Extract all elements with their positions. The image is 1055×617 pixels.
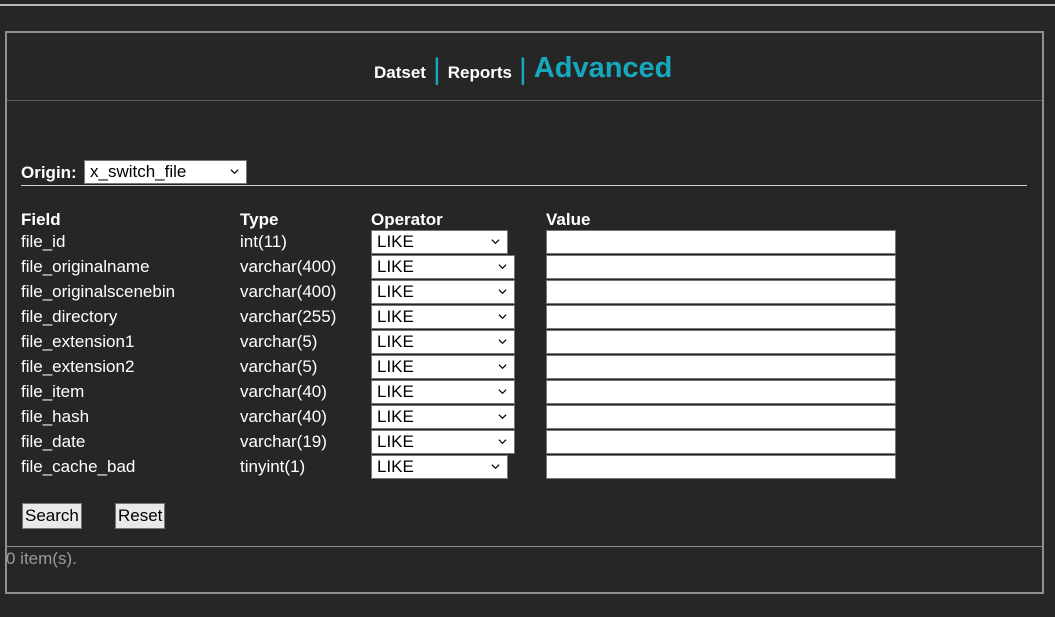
chevron-down-icon <box>498 364 507 370</box>
table-row: file_id int(11) LIKE <box>7 230 1042 255</box>
table-row: file_cache_bad tinyint(1) LIKE <box>7 455 1042 480</box>
column-header-type: Type <box>240 210 279 229</box>
operator-selected-value: LIKE <box>377 407 414 426</box>
operator-select[interactable]: LIKE <box>371 355 515 379</box>
field-name: file_directory <box>21 307 118 326</box>
column-header-operator: Operator <box>371 210 443 229</box>
value-input[interactable] <box>546 405 896 429</box>
field-type: varchar(40) <box>240 407 327 426</box>
origin-label: Origin: <box>21 163 77 182</box>
value-input[interactable] <box>546 230 896 254</box>
table-row: file_hash varchar(40) LIKE <box>7 405 1042 430</box>
field-name: file_hash <box>21 407 90 426</box>
field-name: file_date <box>21 432 86 451</box>
field-name: file_item <box>21 382 85 401</box>
origin-selected-value: x_switch_file <box>90 162 187 181</box>
operator-select[interactable]: LIKE <box>371 280 515 304</box>
nav-links: Datset | Reports | Advanced <box>374 50 673 86</box>
table-row: file_originalscenebin varchar(400) LIKE <box>7 280 1042 305</box>
field-name: file_extension2 <box>21 357 135 376</box>
operator-selected-value: LIKE <box>377 307 414 326</box>
nav-advanced-link[interactable]: Advanced <box>534 52 673 84</box>
column-header-value: Value <box>546 210 591 229</box>
value-input[interactable] <box>546 255 896 279</box>
operator-select[interactable]: LIKE <box>371 430 515 454</box>
origin-select[interactable]: x_switch_file <box>84 160 247 184</box>
result-divider <box>7 546 1042 547</box>
operator-select[interactable]: LIKE <box>371 380 515 404</box>
column-header-field: Field <box>21 210 61 229</box>
field-type: tinyint(1) <box>240 457 306 476</box>
field-name: file_originalname <box>21 257 150 276</box>
value-input[interactable] <box>546 430 896 454</box>
field-type: varchar(19) <box>240 432 327 451</box>
operator-selected-value: LIKE <box>377 382 414 401</box>
nav-separator: | <box>432 53 441 86</box>
operator-select[interactable]: LIKE <box>371 255 515 279</box>
operator-selected-value: LIKE <box>377 332 414 351</box>
field-type: varchar(255) <box>240 307 337 326</box>
operator-selected-value: LIKE <box>377 457 414 476</box>
operator-selected-value: LIKE <box>377 357 414 376</box>
operator-select[interactable]: LIKE <box>371 455 508 479</box>
value-input[interactable] <box>546 305 896 329</box>
search-button[interactable]: Search <box>22 503 82 529</box>
field-type: varchar(5) <box>240 357 318 376</box>
operator-selected-value: LIKE <box>377 257 414 276</box>
table-row: file_item varchar(40) LIKE <box>7 380 1042 405</box>
reset-button[interactable]: Reset <box>115 503 166 529</box>
table-row: file_date varchar(19) LIKE <box>7 430 1042 455</box>
field-type: varchar(5) <box>240 332 318 351</box>
nav-datset-link[interactable]: Datset <box>374 63 426 84</box>
field-type: varchar(40) <box>240 382 327 401</box>
table-row: file_directory varchar(255) LIKE <box>7 305 1042 330</box>
operator-select[interactable]: LIKE <box>371 230 508 254</box>
operator-select[interactable]: LIKE <box>371 405 515 429</box>
chevron-down-icon <box>498 414 507 420</box>
field-name: file_originalscenebin <box>21 282 176 301</box>
chevron-down-icon <box>498 289 507 295</box>
operator-selected-value: LIKE <box>377 282 414 301</box>
nav-reports-link[interactable]: Reports <box>448 63 512 84</box>
value-input[interactable] <box>546 455 896 479</box>
operator-selected-value: LIKE <box>377 432 414 451</box>
table-row: file_extension2 varchar(5) LIKE <box>7 355 1042 380</box>
field-type: varchar(400) <box>240 282 337 301</box>
value-input[interactable] <box>546 380 896 404</box>
operator-select[interactable]: LIKE <box>371 305 515 329</box>
operator-selected-value: LIKE <box>377 232 414 251</box>
chevron-down-icon <box>491 464 500 470</box>
operator-select[interactable]: LIKE <box>371 330 515 354</box>
top-divider <box>0 4 1055 6</box>
field-type: int(11) <box>240 232 287 251</box>
origin-row: Origin: x_switch_file <box>21 160 1027 186</box>
value-input[interactable] <box>546 330 896 354</box>
value-input[interactable] <box>546 355 896 379</box>
chevron-down-icon <box>498 389 507 395</box>
table-row: file_extension1 varchar(5) LIKE <box>7 330 1042 355</box>
nav-separator: | <box>519 53 527 86</box>
table-row: file_originalname varchar(400) LIKE <box>7 255 1042 280</box>
field-name: file_id <box>21 232 66 251</box>
field-type: varchar(400) <box>240 257 337 276</box>
top-nav: Datset | Reports | Advanced <box>7 33 1042 101</box>
chevron-down-icon <box>230 169 239 175</box>
chevron-down-icon <box>498 339 507 345</box>
chevron-down-icon <box>498 314 507 320</box>
result-count: 0 item(s). <box>6 549 77 568</box>
chevron-down-icon <box>491 239 500 245</box>
chevron-down-icon <box>498 264 507 270</box>
field-name: file_extension1 <box>21 332 135 351</box>
value-input[interactable] <box>546 280 896 304</box>
advanced-search-panel: Datset | Reports | Advanced Origin: x_sw… <box>5 31 1044 594</box>
field-name: file_cache_bad <box>21 457 136 476</box>
chevron-down-icon <box>498 439 507 445</box>
